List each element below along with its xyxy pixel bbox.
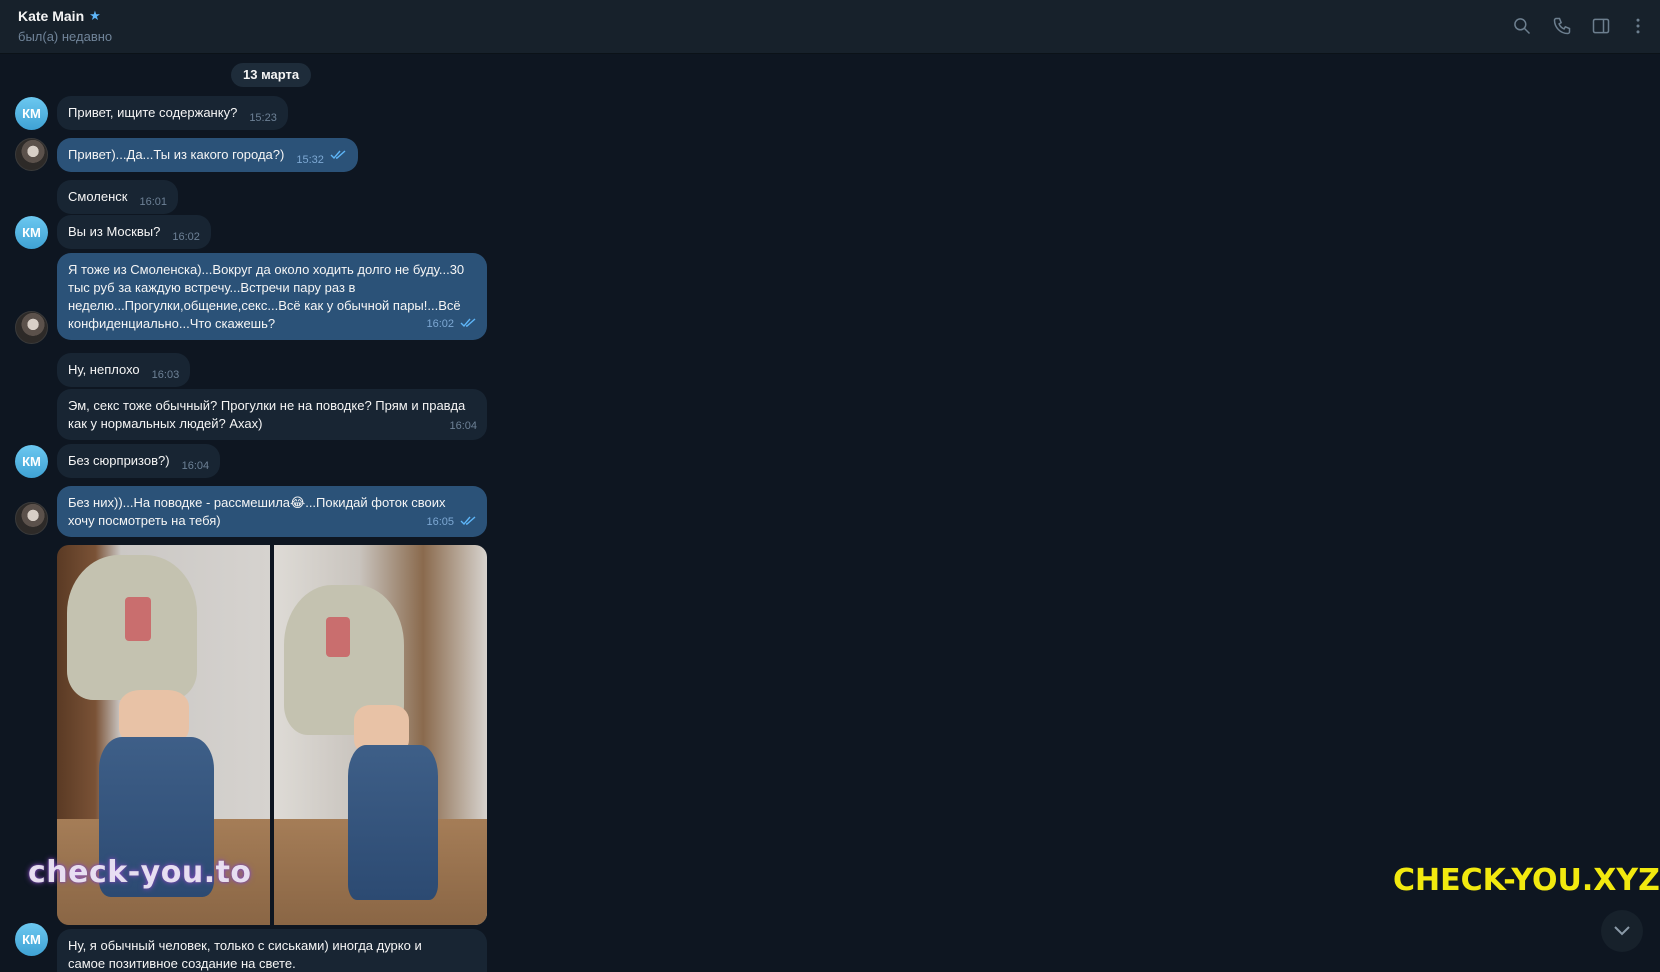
sidebar-toggle-icon[interactable] [1589,14,1613,38]
message-time: 15:23 [249,112,277,124]
message-time: 16:02 [426,318,454,330]
scroll-down-button[interactable] [1601,910,1643,952]
message-text: Смоленск [68,189,128,204]
date-separator: 13 марта [231,63,312,87]
contact-name-row[interactable]: Kate Main ★ [18,8,101,24]
double-check-icon [460,315,477,333]
star-icon: ★ [89,8,101,23]
message-text-line: Я тоже из Смоленска)...Вокруг да около х… [68,262,465,277]
message-time: 16:05 [426,516,454,528]
message-bubble-incoming[interactable]: Привет, ищите содержанку? 15:23 [57,96,288,130]
message-time: 16:02 [172,231,200,243]
message-list[interactable]: 13 марта КМ Привет, ищите содержанку? 15:… [0,55,1660,972]
message-text-line: тыс руб за каждую встречу...Встречи пару… [68,280,356,295]
avatar[interactable]: КМ [15,97,48,130]
chat-header: Kate Main ★ был(а) недавно [0,0,1660,54]
message-bubble-outgoing[interactable]: Без них))...На поводке - рассмешила😂...П… [57,486,487,537]
avatar[interactable] [15,138,48,171]
message-text-line: как у нормальных людей? Ахах) [68,416,263,431]
message-text-line: самое позитивное создание на свете. [68,956,296,971]
avatar[interactable] [15,502,48,535]
message-text: Привет)...Да...Ты из какого города?) [68,147,285,162]
message-bubble-incoming[interactable]: Без сюрпризов?) 16:04 [57,444,221,478]
message-bubble-incoming[interactable]: Ну, я обычный человек, только с сиськами… [57,929,487,972]
more-vertical-icon[interactable] [1626,14,1650,38]
double-check-icon [330,147,347,165]
photo-thumbnail[interactable] [274,545,487,925]
message-time: 15:32 [296,154,324,166]
phone-icon[interactable] [1550,14,1574,38]
message-text-line: Ну, я обычный человек, только с сиськами… [68,938,422,953]
avatar[interactable]: КМ [15,216,48,249]
message-text: Вы из Москвы? [68,224,161,239]
avatar[interactable] [15,311,48,344]
avatar[interactable]: КМ [15,923,48,956]
message-bubble-incoming[interactable]: Вы из Москвы? 16:02 [57,215,211,249]
message-text-line: Без них))...На поводке - рассмешила😂...П… [68,495,446,510]
message-bubble-outgoing[interactable]: Привет)...Да...Ты из какого города?) 15:3… [57,138,358,172]
message-time: 16:01 [139,196,167,208]
message-bubble-incoming[interactable]: Эм, секс тоже обычный? Прогулки не на по… [57,389,487,440]
contact-name[interactable]: Kate Main [18,8,84,24]
message-bubble-outgoing[interactable]: Я тоже из Смоленска)...Вокруг да около х… [57,253,487,340]
message-time: 16:04 [181,460,210,472]
message-time: 16:03 [151,369,180,381]
message-text: Ну, неплохо [68,362,140,377]
avatar[interactable]: КМ [15,445,48,478]
watermark-left: check-you.to [28,855,252,890]
message-time: 16:04 [449,420,477,432]
message-text-line: хочу посмотреть на тебя) [68,513,221,528]
contact-status: был(а) недавно [18,29,113,44]
message-bubble-incoming[interactable]: Ну, неплохо 16:03 [57,353,191,387]
search-icon[interactable] [1510,14,1534,38]
double-check-icon [460,513,477,531]
message-bubble-incoming[interactable]: Смоленск 16:01 [57,180,178,214]
message-text-line: неделю...Прогулки,общение,секс...Всё как… [68,298,461,313]
message-text-line: конфиденциально...Что скажешь? [68,316,276,331]
message-text: Без сюрпризов?) [68,453,170,468]
message-text: Привет, ищите содержанку? [68,105,238,120]
watermark-right: CHECK-YOU.XYZ [1393,863,1660,898]
message-text-line: Эм, секс тоже обычный? Прогулки не на по… [68,398,466,413]
chevron-down-icon [1614,926,1630,936]
